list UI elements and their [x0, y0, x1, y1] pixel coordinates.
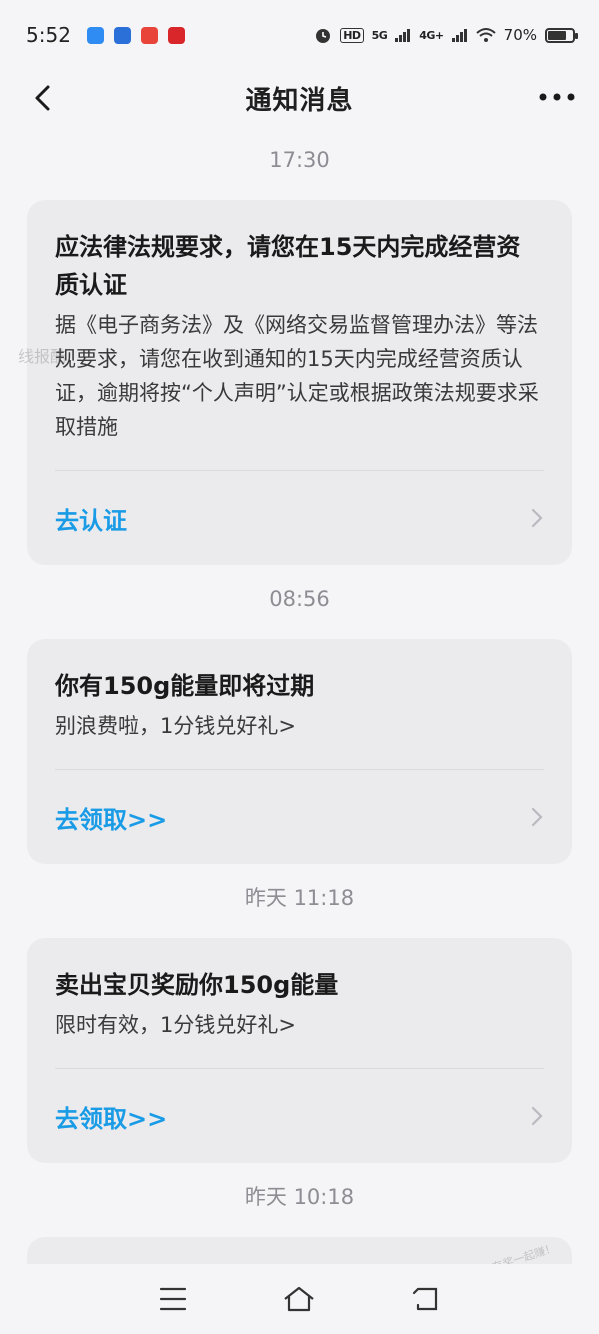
- more-icon[interactable]: [537, 82, 577, 112]
- notification-title: 卖出宝贝奖励你150g能量: [55, 971, 339, 999]
- notification-list: 17:30 应法律法规要求，请您在15天内完成经营资质认证 据《电子商务法》及《…: [0, 126, 599, 1277]
- status-bar: 5:52 HD 5G 4G+ 70%: [0, 0, 599, 70]
- app-notification-icon: [86, 26, 104, 44]
- battery-percent: 70%: [503, 26, 537, 44]
- app-notification-icon: [140, 26, 158, 44]
- timestamp: 17:30: [269, 148, 330, 172]
- back-icon[interactable]: [406, 1279, 446, 1319]
- status-left: 5:52: [26, 23, 185, 47]
- verify-action[interactable]: 去认证: [55, 471, 544, 565]
- hd-badge: HD: [340, 27, 364, 43]
- chevron-right-icon: [531, 1106, 543, 1126]
- app-notification-icon: [113, 26, 131, 44]
- back-arrow-icon[interactable]: [26, 80, 62, 116]
- notification-card[interactable]: 你有150g能量即将过期 别浪费啦，1分钱兑好礼> 去领取>>: [27, 639, 572, 864]
- notification-card[interactable]: 应法律法规要求，请您在15天内完成经营资质认证 据《电子商务法》及《网络交易监督…: [27, 200, 572, 565]
- action-label: 去领取>>: [55, 805, 168, 834]
- timestamp: 昨天 10:18: [244, 1185, 355, 1209]
- notification-body: 别浪费啦，1分钱兑好礼>: [55, 714, 296, 738]
- action-label: 去领取>>: [55, 1104, 168, 1133]
- signal-icon: [451, 29, 467, 42]
- signal-4g-label: 4G+: [419, 28, 444, 42]
- alarm-icon: [316, 29, 331, 43]
- claim-action[interactable]: 去领取>>: [55, 770, 544, 864]
- timestamp: 昨天 11:18: [244, 886, 355, 910]
- page-title: 通知消息: [245, 85, 354, 116]
- notification-title: 你有150g能量即将过期: [55, 672, 315, 700]
- chevron-right-icon: [531, 807, 543, 827]
- system-nav-bar: [0, 1264, 599, 1334]
- home-icon[interactable]: [279, 1279, 319, 1319]
- app-notification-icon: [167, 26, 185, 44]
- menu-icon[interactable]: [153, 1279, 193, 1319]
- signal-icon: [395, 29, 411, 42]
- timestamp: 08:56: [269, 587, 330, 611]
- nav-bar: 通知消息: [0, 70, 599, 126]
- notification-body: 据《电子商务法》及《网络交易监督管理办法》等法规要求，请您在收到通知的15天内完…: [55, 313, 539, 439]
- notification-title: 应法律法规要求，请您在15天内完成经营资质认证: [55, 233, 521, 299]
- notification-card[interactable]: 卖出宝贝奖励你150g能量 限时有效，1分钱兑好礼> 去领取>>: [27, 938, 572, 1163]
- chevron-right-icon: [531, 508, 543, 528]
- wifi-icon: [475, 28, 496, 42]
- action-label: 去认证: [55, 506, 127, 535]
- claim-action[interactable]: 去领取>>: [55, 1069, 544, 1163]
- battery-icon: [545, 27, 578, 43]
- status-time: 5:52: [26, 23, 71, 47]
- notification-body: 限时有效，1分钱兑好礼>: [55, 1013, 296, 1037]
- status-right: HD 5G 4G+ 70%: [314, 26, 578, 44]
- signal-5g-label: 5G: [371, 28, 388, 42]
